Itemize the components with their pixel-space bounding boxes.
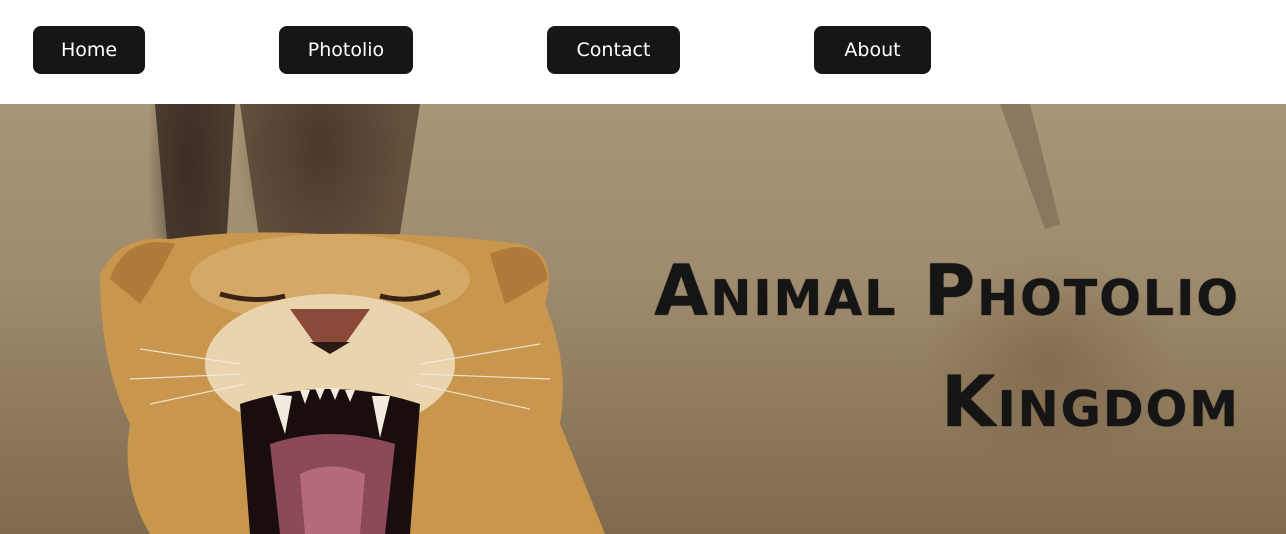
hero-title-line-2: Kingdom (941, 360, 1240, 443)
hero-title: Animal Photolio Kingdom (654, 236, 1240, 457)
nav-home-button[interactable]: Home (33, 26, 145, 74)
nav-contact-button[interactable]: Contact (547, 26, 680, 74)
hero-title-line-1: Animal Photolio (654, 250, 1240, 332)
hero-banner: Animal Photolio Kingdom (0, 104, 1286, 534)
nav-about-button[interactable]: About (814, 26, 931, 74)
nav-photolio-button[interactable]: Photolio (279, 26, 413, 74)
top-navbar: Home Photolio Contact About (0, 0, 1286, 104)
